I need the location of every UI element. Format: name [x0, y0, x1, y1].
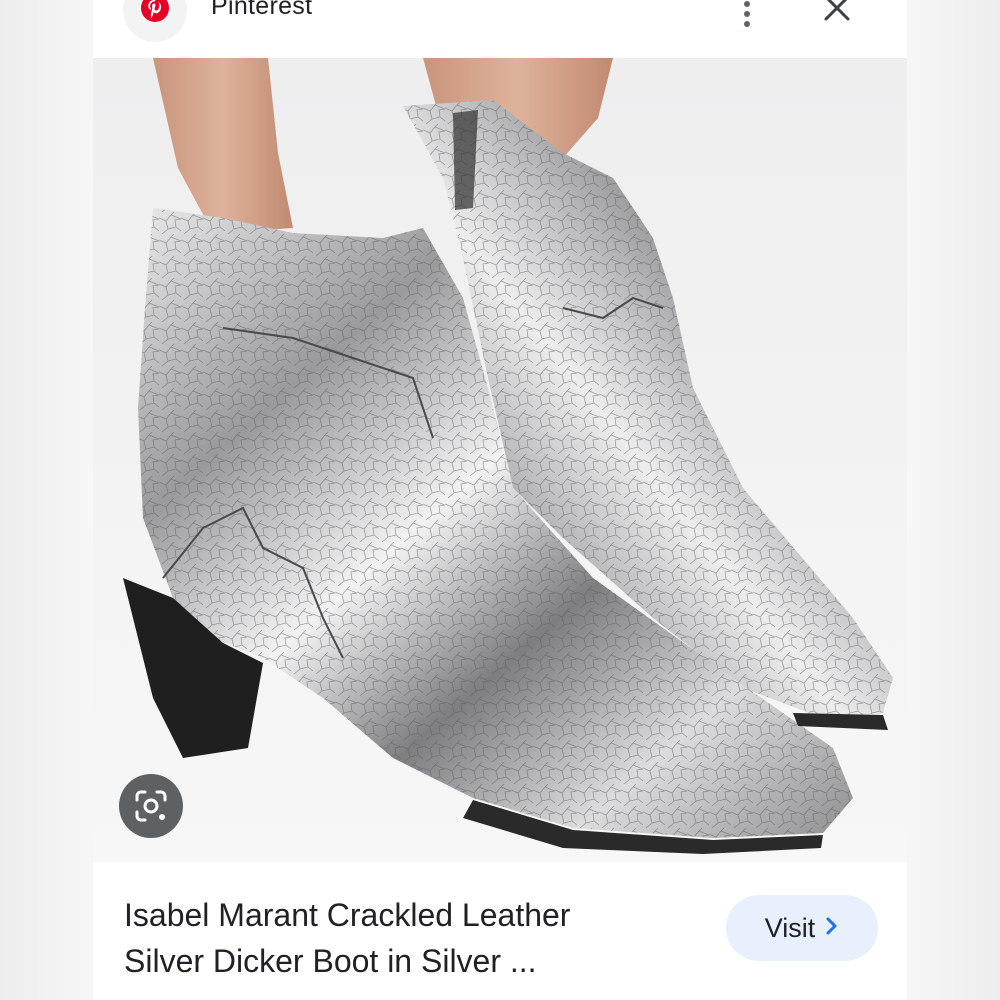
google-lens-button[interactable]	[119, 774, 183, 838]
silver-boots-illustration	[93, 58, 907, 862]
background-right-margin	[907, 0, 1000, 1000]
more-vert-icon	[741, 0, 753, 34]
result-header: Pinterest	[93, 0, 907, 58]
product-title-line-1: Isabel Marant Crackled Leather	[124, 897, 571, 933]
visit-button[interactable]: Visit	[726, 895, 878, 961]
product-title[interactable]: Isabel Marant Crackled Leather Silver Di…	[124, 892, 684, 984]
visit-label: Visit	[764, 912, 816, 943]
close-button[interactable]	[815, 0, 859, 32]
product-image[interactable]	[93, 58, 907, 862]
close-icon	[823, 0, 851, 27]
result-footer: Isabel Marant Crackled Leather Silver Di…	[93, 862, 907, 1000]
chevron-right-icon	[825, 916, 839, 941]
source-logo[interactable]	[123, 0, 187, 42]
source-name[interactable]: Pinterest	[211, 0, 312, 21]
pinterest-logo-icon	[140, 0, 170, 28]
more-options-button[interactable]	[729, 0, 765, 36]
google-lens-icon	[133, 788, 169, 824]
product-title-line-2: Silver Dicker Boot in Silver ...	[124, 943, 537, 979]
background-left-margin	[0, 0, 93, 1000]
image-result-card: Pinterest Isabel Marant Crackled Leather…	[93, 0, 907, 1000]
